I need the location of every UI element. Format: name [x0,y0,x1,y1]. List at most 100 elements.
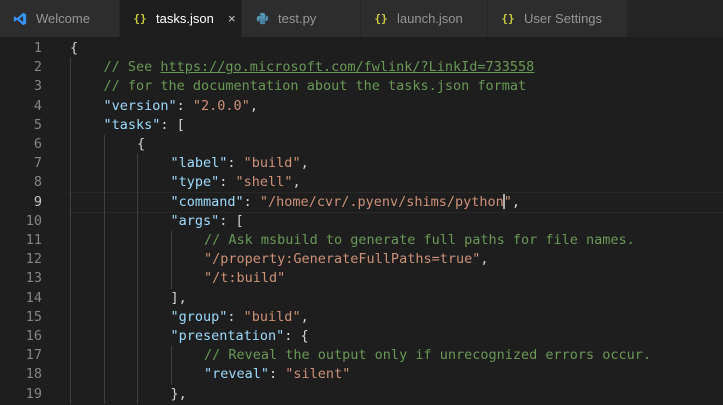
vscode-logo-icon [12,12,28,26]
tab-label: tasks.json [156,11,214,26]
editor-tab-bar: Welcome {} tasks.json × test.py {} launc… [0,0,723,37]
code-token: : [227,308,244,325]
code-line: 10 "args": [ [0,212,723,231]
code-token: : { [284,328,309,344]
line-number: 8 [33,174,42,191]
code-token: // Ask msbuild to generate full paths fo… [204,232,635,248]
line-number: 10 [25,212,42,229]
code-token: // See [103,59,161,76]
code-line: 7 "label": "build", [0,154,723,173]
line-number: 9 [33,193,42,210]
code-text: // Reveal the output only if unrecognize… [204,346,651,365]
line-number: 18 [25,366,42,383]
code-token: { [70,40,79,56]
code-text: "reveal": "silent" [204,365,350,384]
line-number: 6 [33,136,42,152]
code-token: : [243,193,260,210]
line-number: 15 [25,308,42,325]
code-token: }, [170,385,187,402]
code-text: }, [171,385,187,404]
code-token[interactable]: https://go.microsoft.com/fwlink/?LinkId=… [160,59,534,75]
line-number: 1 [33,40,42,56]
tab-label: User Settings [524,11,603,26]
code-token: "version" [103,97,177,114]
code-line: 13 "/t:build" [0,269,723,288]
code-line: 6{ [0,135,723,154]
tab-welcome[interactable]: Welcome [0,0,120,37]
code-line: 9 "command": "/home/cvr/.pyenv/shims/pyth… [0,193,723,212]
code-token: : [227,155,244,172]
code-token: : [176,97,193,114]
code-line: 16 "presentation": { [0,327,723,346]
line-number: 11 [25,232,42,248]
code-token: , [292,174,301,191]
code-line: 14], [0,289,723,308]
code-text: { [70,39,78,58]
code-token: , [511,193,521,210]
code-token: : [ [219,212,244,229]
code-text: "args": [ [171,212,244,231]
code-line: 11 // Ask msbuild to generate full paths … [0,231,723,250]
json-braces-icon: {} [374,12,388,25]
code-line: 5 "tasks": [ [0,116,723,135]
tab-label: Welcome [36,11,90,26]
code-editor[interactable]: 1 {2 // See https://go.microsoft.com/fwlin… [0,37,723,405]
code-token: , [300,308,309,325]
code-token: "reveal" [204,366,270,383]
code-token: : [219,174,236,191]
code-token: "build" [243,308,301,325]
code-token: ], [170,289,187,306]
code-line: 18 "reveal": "silent" [0,365,723,384]
code-token: "shell" [235,174,293,191]
code-token: "label" [170,155,228,172]
code-text: ], [171,289,187,308]
line-number: 13 [25,270,42,287]
code-token: , [300,155,309,172]
code-token: // Reveal the output only if unrecognize… [204,347,652,364]
close-icon[interactable]: × [224,11,240,26]
code-text: // Ask msbuild to generate full paths fo… [204,231,635,250]
line-number: 5 [33,116,42,133]
code-token: "args" [170,212,220,229]
code-text: "type": "shell", [171,173,301,192]
json-braces-icon: {} [133,12,147,25]
code-text: "command": "/home/cvr/.pyenv/shims/pytho… [171,193,521,212]
code-token: // for the documentation about the tasks… [103,78,527,95]
line-number: 17 [25,347,42,364]
python-icon [254,12,270,25]
code-token: "tasks" [103,116,161,133]
code-text: "presentation": { [171,327,309,346]
code-text: "/t:build" [204,269,285,288]
code-token: "presentation" [170,328,285,344]
code-line: 19}, [0,385,723,404]
tab-user-settings[interactable]: {} User Settings [488,0,628,37]
code-line: 17 // Reveal the output only if unrecogni… [0,346,723,365]
code-line: 12 "/property:GenerateFullPaths=true", [0,250,723,269]
code-token: "type" [170,174,220,191]
code-text: "label": "build", [171,154,309,173]
code-token: "build" [243,155,301,172]
code-text: // See https://go.microsoft.com/fwlink/?… [104,58,535,77]
code-token: , [480,251,489,268]
line-number: 2 [33,59,42,76]
tab-test-py[interactable]: test.py [242,0,361,37]
code-line: 3 // for the documentation about the task… [0,77,723,96]
line-number: 19 [25,385,42,402]
code-text: // for the documentation about the tasks… [104,77,527,96]
code-line: 2 // See https://go.microsoft.com/fwlink/… [0,58,723,77]
code-line: 4 "version": "2.0.0", [0,97,723,116]
code-token: "/home/cvr/.pyenv/shims/python [259,193,504,210]
tab-tasks-json[interactable]: {} tasks.json × [120,0,242,37]
tab-label: launch.json [397,11,463,26]
code-token: "2.0.0" [192,97,250,114]
code-token: { [137,136,146,152]
line-number: 16 [25,328,42,344]
code-token: : [ [160,116,185,133]
code-text: "/property:GenerateFullPaths=true", [204,250,488,269]
tab-launch-json[interactable]: {} launch.json [361,0,488,37]
code-text: "tasks": [ [104,116,185,135]
line-number: 14 [25,289,42,306]
tab-label: test.py [278,11,317,26]
code-text: { [137,135,145,154]
code-token: "silent" [285,366,351,383]
